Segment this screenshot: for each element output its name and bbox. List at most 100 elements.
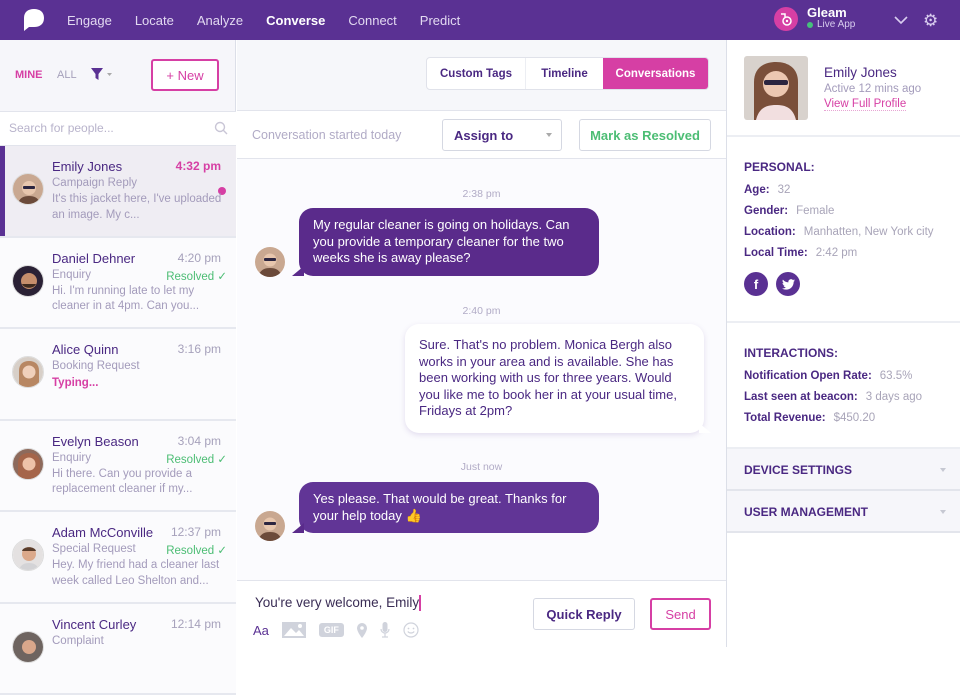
contact-name: Adam McConville (52, 525, 153, 540)
contact-name: Emily Jones (52, 159, 122, 174)
conversation-started-label: Conversation started today (252, 128, 401, 142)
user-management-accordion[interactable]: USER MANAGEMENT (727, 491, 960, 533)
active-status: Active 12 mins ago (824, 83, 921, 95)
microphone-icon[interactable] (380, 622, 390, 638)
contact-details-panel: Emily Jones Active 12 mins ago View Full… (726, 40, 960, 647)
gif-button[interactable]: GIF (319, 623, 344, 637)
live-status-dot (807, 22, 813, 28)
avatar (12, 356, 44, 388)
last-seen-beacon: Last seen at beacon:3 days ago (744, 391, 922, 403)
message-time: 3:04 pm (178, 434, 221, 448)
resolved-status: Resolved ✓ (166, 543, 227, 557)
app-switcher[interactable]: Gleam Live App (774, 7, 855, 31)
incoming-message: Yes please. That would be great. Thanks … (299, 482, 599, 533)
contact-name: Alice Quinn (52, 342, 118, 357)
composer-toolbar: Aa GIF (253, 622, 419, 638)
total-revenue: Total Revenue:$450.20 (744, 412, 875, 424)
tab-timeline[interactable]: Timeline (526, 58, 603, 89)
incoming-message: My regular cleaner is going on holidays.… (299, 208, 599, 276)
filter-mine[interactable]: MINE (15, 69, 43, 81)
nav-predict[interactable]: Predict (420, 13, 460, 28)
notification-open-rate: Notification Open Rate:63.5% (744, 370, 912, 382)
outgoing-message: Sure. That's no problem. Monica Bergh al… (405, 324, 704, 433)
conversation-subject: Enquiry (52, 452, 91, 464)
nav-engage[interactable]: Engage (67, 13, 112, 28)
assign-to-label: Assign to (454, 128, 513, 143)
nav-analyze[interactable]: Analyze (197, 13, 243, 28)
avatar (255, 511, 285, 541)
profile-header: Emily Jones Active 12 mins ago View Full… (727, 40, 960, 137)
text-cursor (419, 595, 421, 611)
conversation-panel: Custom Tags Timeline Conversations Conve… (237, 40, 726, 647)
message-timestamp: Just now (237, 461, 726, 473)
nav-connect[interactable]: Connect (348, 13, 396, 28)
message-input[interactable]: You're very welcome, Emily (255, 595, 515, 611)
section-title: INTERACTIONS: (744, 346, 838, 360)
filter-funnel-icon[interactable] (91, 67, 113, 81)
avatar (12, 173, 44, 205)
twitter-icon[interactable] (776, 272, 800, 296)
view-full-profile-link[interactable]: View Full Profile (824, 98, 906, 111)
caret-down-icon (546, 133, 552, 137)
conversation-subject: Special Request (52, 543, 136, 555)
filter-all[interactable]: ALL (57, 69, 77, 81)
conversation-item[interactable]: Emily Jones 4:32 pm Campaign Reply It's … (0, 146, 236, 238)
conversation-item[interactable]: Alice Quinn 3:16 pm Booking Request Typi… (0, 329, 236, 421)
conversation-list: Emily Jones 4:32 pm Campaign Reply It's … (0, 146, 236, 695)
image-icon[interactable] (282, 622, 306, 638)
tab-conversations[interactable]: Conversations (603, 58, 708, 89)
nav-converse[interactable]: Converse (266, 13, 325, 28)
conversation-subject: Campaign Reply (52, 177, 137, 189)
personal-local-time: Local Time:2:42 pm (744, 247, 857, 259)
new-conversation-button[interactable]: + New (151, 59, 219, 91)
mark-resolved-button[interactable]: Mark as Resolved (579, 119, 711, 151)
nav-locate[interactable]: Locate (135, 13, 174, 28)
gear-icon[interactable]: ⚙ (923, 11, 938, 31)
emoji-icon[interactable] (403, 622, 419, 638)
conversation-actions-bar: Conversation started today Assign to Mar… (237, 111, 726, 159)
message-preview: Hey. My friend had a cleaner last week c… (52, 558, 224, 589)
caret-down-icon (940, 468, 946, 472)
quick-reply-button[interactable]: Quick Reply (533, 598, 635, 630)
vacuum-cleaner-icon (774, 7, 798, 31)
location-pin-icon[interactable] (357, 623, 367, 638)
social-links: f (744, 272, 800, 296)
conversation-subject: Enquiry (52, 269, 91, 281)
conversation-subject: Booking Request (52, 360, 140, 372)
avatar (255, 247, 285, 277)
contact-name: Vincent Curley (52, 617, 136, 632)
message-preview: Hi. I'm running late to let my cleaner i… (52, 284, 224, 315)
interactions-section: INTERACTIONS: Notification Open Rate:63.… (727, 323, 960, 449)
assign-to-dropdown[interactable]: Assign to (442, 119, 562, 151)
message-time: 3:16 pm (178, 342, 221, 356)
message-time: 12:14 pm (171, 617, 221, 631)
chevron-down-icon[interactable] (893, 12, 909, 28)
send-button[interactable]: Send (650, 598, 711, 630)
avatar (12, 448, 44, 480)
list-filters: MINE ALL + New (0, 40, 236, 112)
contact-name: Evelyn Beason (52, 434, 139, 449)
conversation-subject: Complaint (52, 635, 104, 647)
personal-gender: Gender:Female (744, 205, 834, 217)
conversation-item[interactable]: Vincent Curley 12:14 pm Complaint (0, 604, 236, 695)
text-format-button[interactable]: Aa (253, 623, 269, 638)
personal-section: PERSONAL: Age:32 Gender:Female Location:… (727, 137, 960, 323)
conversation-item[interactable]: Evelyn Beason 3:04 pm Enquiry Resolved ✓… (0, 421, 236, 513)
app-name: Gleam (807, 7, 855, 19)
message-timestamp: 2:38 pm (237, 188, 726, 200)
typing-indicator: Typing... (52, 377, 98, 389)
view-tabs-bar: Custom Tags Timeline Conversations (237, 40, 726, 111)
contact-name: Daniel Dehner (52, 251, 135, 266)
tab-custom-tags[interactable]: Custom Tags (427, 58, 526, 89)
facebook-icon[interactable]: f (744, 272, 768, 296)
conversation-item[interactable]: Adam McConville 12:37 pm Special Request… (0, 512, 236, 604)
message-time: 12:37 pm (171, 525, 221, 539)
message-preview: It's this jacket here, I've uploaded an … (52, 192, 224, 223)
avatar (12, 539, 44, 571)
logo-icon[interactable] (23, 8, 45, 32)
search-icon[interactable] (214, 121, 228, 135)
search-input[interactable] (9, 121, 199, 135)
device-settings-accordion[interactable]: DEVICE SETTINGS (727, 449, 960, 491)
profile-photo (744, 56, 808, 120)
conversation-item[interactable]: Daniel Dehner 4:20 pm Enquiry Resolved ✓… (0, 238, 236, 330)
